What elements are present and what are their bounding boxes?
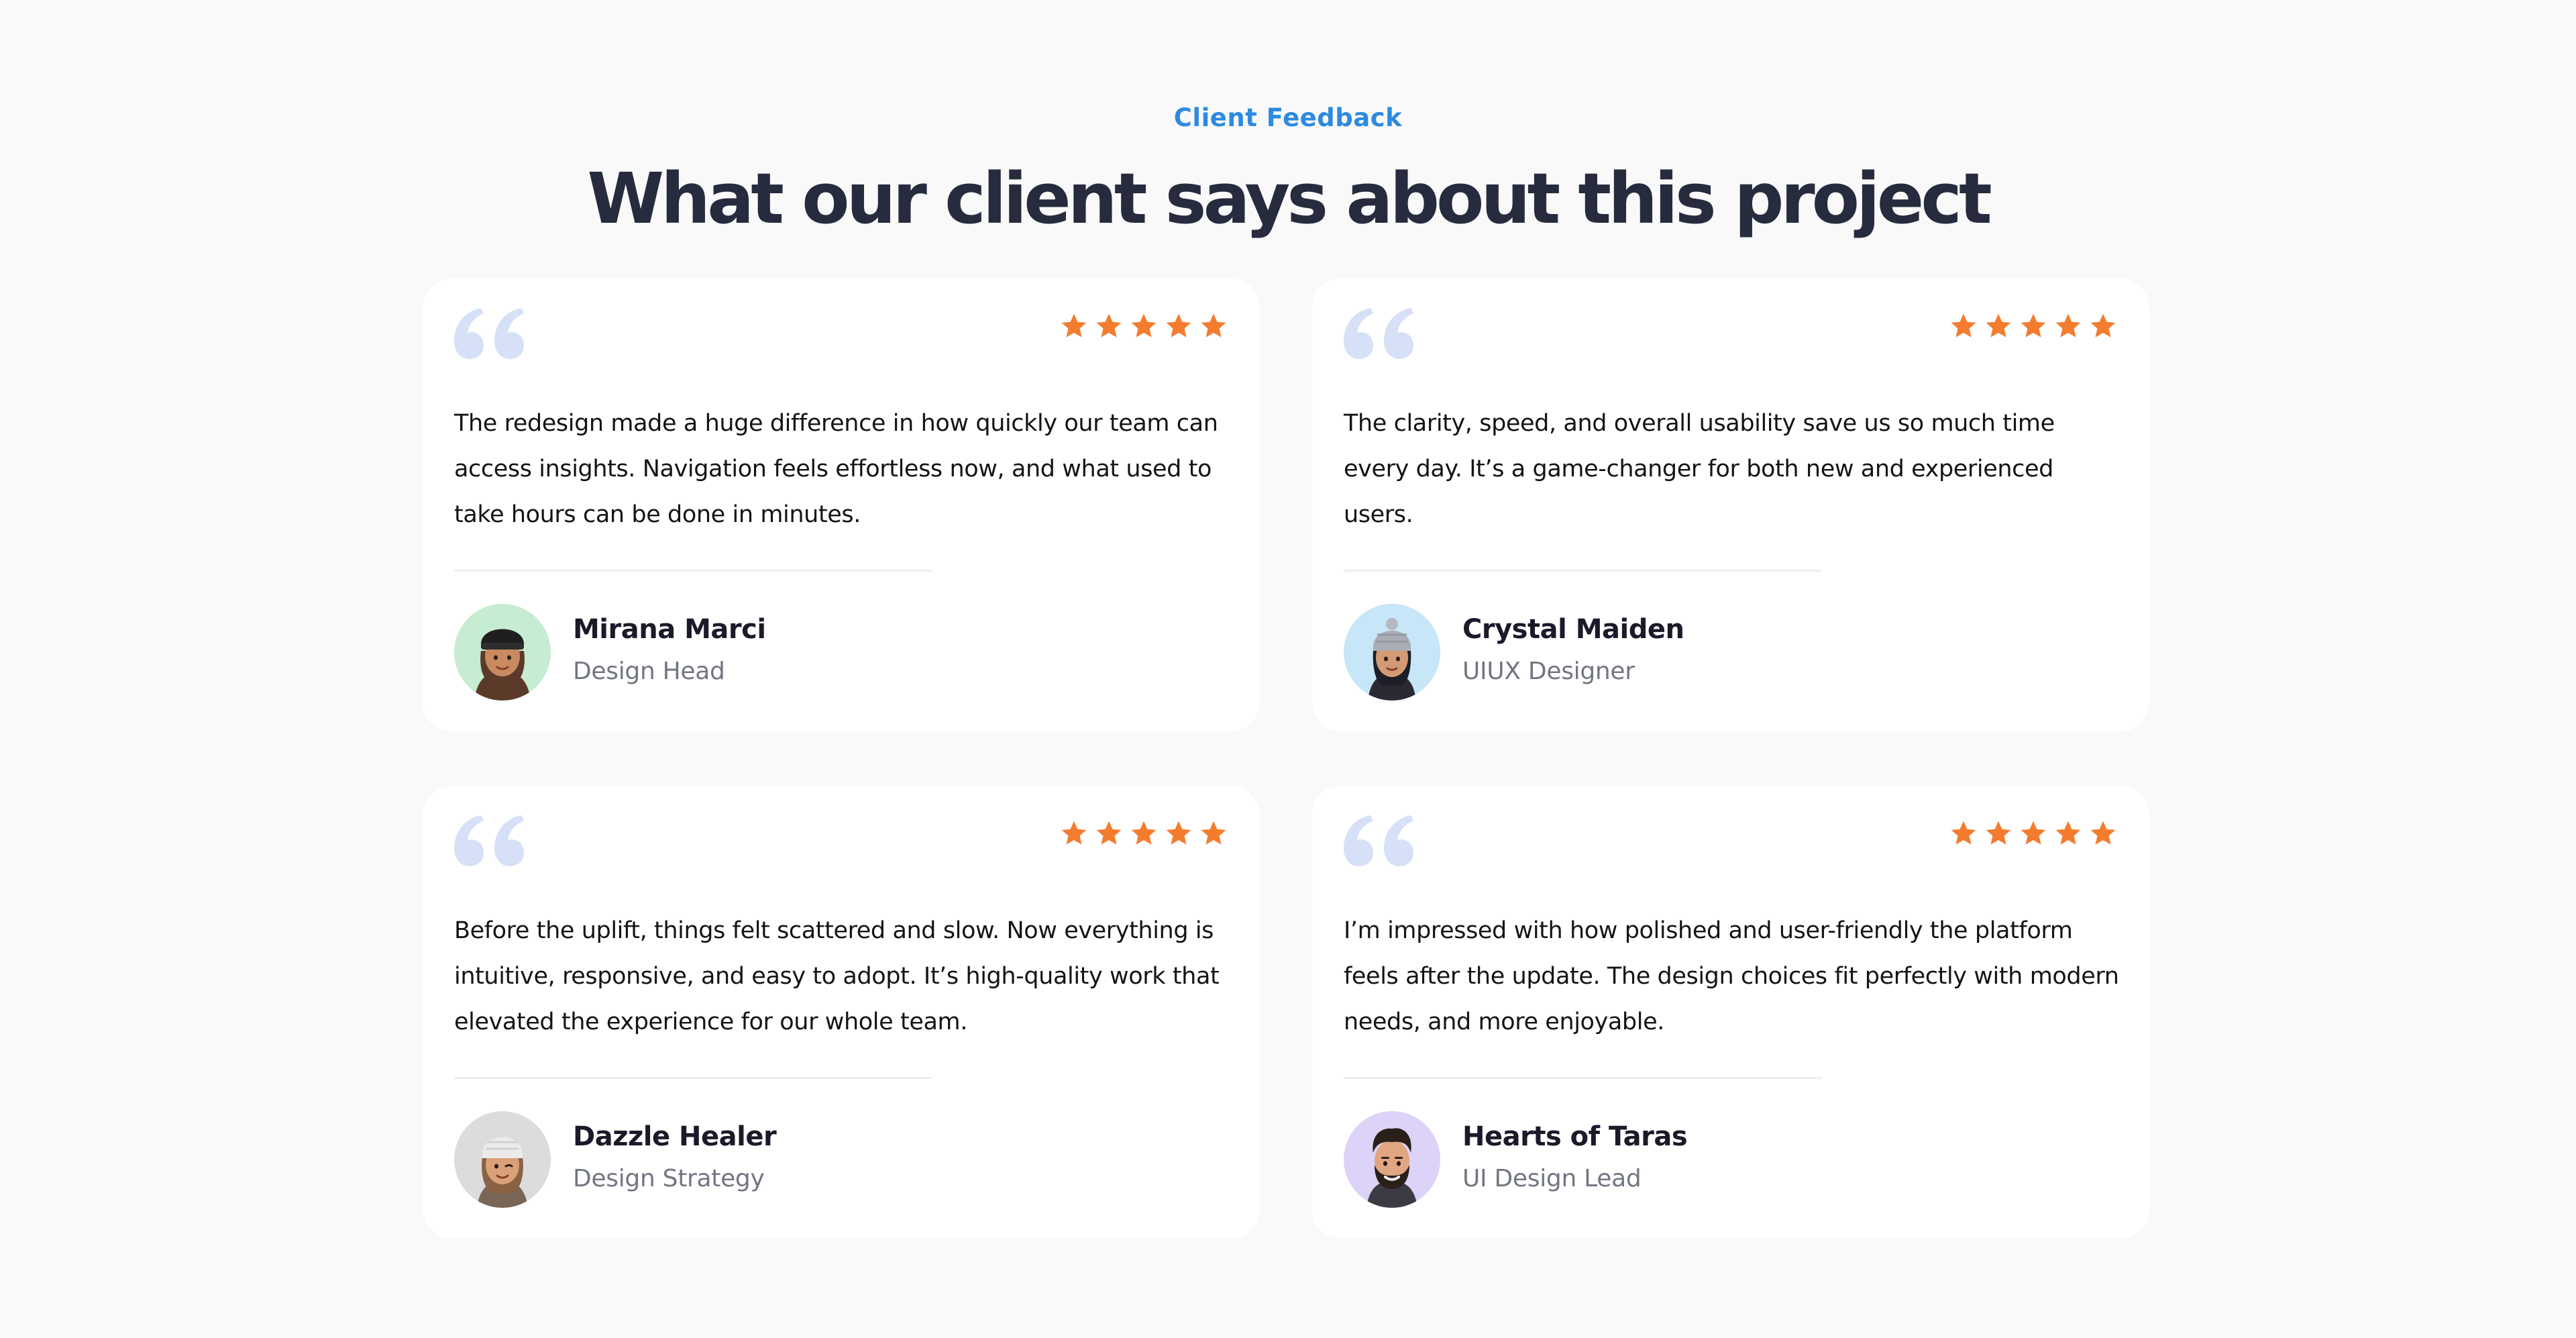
author-name: Crystal Maiden (1462, 614, 1684, 645)
testimonials-section: Client Feedback What our client says abo… (0, 0, 2576, 1338)
avatar (454, 1111, 551, 1208)
star-icon (1061, 821, 1087, 845)
star-icon (1951, 313, 1976, 338)
author-role: Design Head (573, 658, 725, 685)
author-role: UI Design Lead (1462, 1165, 1642, 1192)
avatar-man-beard-icon (1344, 1111, 1440, 1208)
rating-stars (1949, 312, 2117, 340)
star-icon (1096, 821, 1122, 845)
rating-stars (1060, 312, 1228, 340)
star-icon (1201, 313, 1226, 338)
divider (1344, 570, 1822, 572)
avatar (454, 604, 551, 701)
avatar-woman-grey-beanie-icon (1344, 604, 1440, 701)
section-title: What our client says about this project (587, 158, 1992, 240)
quote-icon (1344, 308, 1413, 359)
star-icon (1986, 313, 2011, 338)
star-icon (2055, 313, 2081, 338)
quote-icon (454, 308, 524, 359)
author-name: Mirana Marci (573, 614, 766, 645)
section-eyebrow: Client Feedback (1173, 103, 1403, 132)
star-icon (1166, 821, 1191, 845)
quote-icon (1344, 815, 1413, 866)
testimonial-card: The clarity, speed, and overall usabilit… (1312, 278, 2149, 731)
testimonial-quote: Before the uplift, things felt scattered… (454, 917, 1220, 1035)
star-icon (1131, 313, 1157, 338)
testimonial-quote: I’m impressed with how polished and user… (1344, 917, 2119, 1035)
star-icon (1131, 821, 1157, 845)
star-icon (1096, 313, 1122, 338)
star-icon (2055, 821, 2081, 845)
divider (1344, 1077, 1822, 1079)
star-icon (2021, 821, 2046, 845)
avatar-woman-white-beanie-icon (454, 1111, 551, 1208)
star-icon (1986, 821, 2011, 845)
divider (454, 570, 932, 572)
star-icon (1061, 313, 1087, 338)
testimonial-quote: The clarity, speed, and overall usabilit… (1344, 410, 2055, 528)
star-icon (2021, 313, 2046, 338)
author-role: UIUX Designer (1462, 658, 1635, 685)
testimonial-card: Before the uplift, things felt scattered… (423, 786, 1260, 1239)
avatar-woman-black-beanie-icon (454, 604, 551, 701)
rating-stars (1060, 819, 1228, 847)
testimonial-card: I’m impressed with how polished and user… (1312, 786, 2149, 1239)
star-icon (2090, 821, 2116, 845)
author-name: Hearts of Taras (1462, 1121, 1688, 1152)
divider (454, 1077, 932, 1079)
testimonial-card: The redesign made a huge difference in h… (423, 278, 1260, 731)
rating-stars (1949, 819, 2117, 847)
author-name: Dazzle Healer (573, 1121, 777, 1152)
star-icon (1951, 821, 1976, 845)
quote-icon (454, 815, 524, 866)
avatar (1344, 604, 1440, 701)
star-icon (1201, 821, 1226, 845)
star-icon (1166, 313, 1191, 338)
testimonial-quote: The redesign made a huge difference in h… (454, 410, 1218, 528)
author-role: Design Strategy (573, 1165, 765, 1192)
star-icon (2090, 313, 2116, 338)
avatar (1344, 1111, 1440, 1208)
